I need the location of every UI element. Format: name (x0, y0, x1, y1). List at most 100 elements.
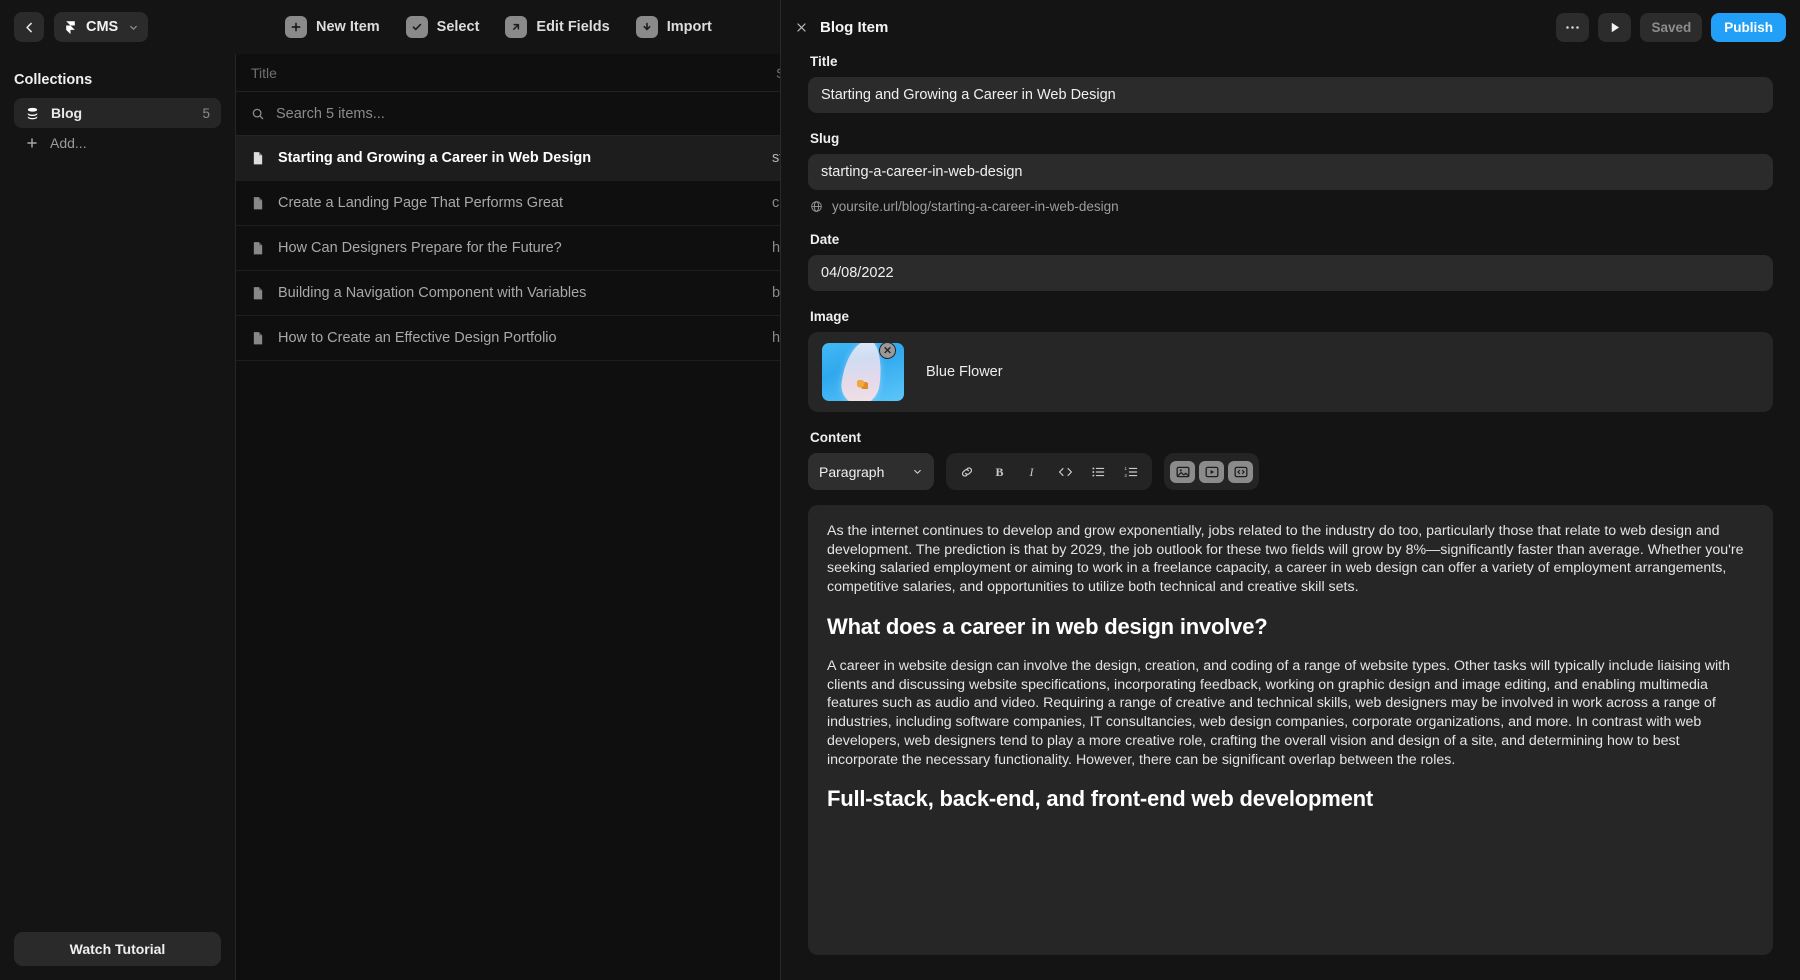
collections-heading: Collections (0, 54, 235, 98)
document-icon (251, 286, 265, 301)
more-options-button[interactable] (1556, 13, 1589, 42)
panel-form: Title Starting and Growing a Career in W… (781, 54, 1800, 980)
slug-field-label: Slug (810, 131, 1773, 146)
collections-list: Blog 5 Add... (0, 98, 235, 158)
globe-icon (810, 200, 823, 213)
document-icon (251, 241, 265, 256)
import-label: Import (667, 19, 712, 35)
edit-fields-button[interactable]: Edit Fields (505, 12, 609, 42)
svg-text:I: I (1028, 465, 1034, 479)
edit-fields-label: Edit Fields (536, 19, 609, 35)
back-button[interactable] (14, 12, 44, 42)
image-field[interactable]: ✕ Blue Flower (808, 332, 1773, 412)
watch-tutorial-button[interactable]: Watch Tutorial (14, 932, 221, 966)
select-button[interactable]: Select (406, 12, 480, 42)
svg-text:B: B (995, 465, 1003, 479)
slug-input[interactable]: starting-a-career-in-web-design (808, 154, 1773, 190)
preview-button[interactable] (1598, 13, 1631, 42)
slug-url-preview: yoursite.url/blog/starting-a-career-in-w… (810, 199, 1773, 214)
new-item-button[interactable]: New Item (285, 12, 380, 42)
row-title-text: Starting and Growing a Career in Web Des… (278, 150, 591, 166)
flower-center-shape (857, 380, 868, 389)
database-icon (25, 106, 40, 121)
block-type-label: Paragraph (819, 464, 884, 480)
row-title-text: How Can Designers Prepare for the Future… (278, 240, 562, 256)
sidebar-item-blog-count: 5 (202, 106, 210, 121)
bullet-list-icon[interactable] (1084, 457, 1113, 486)
sidebar-item-add[interactable]: Add... (14, 128, 221, 158)
plus-icon (285, 16, 307, 38)
sidebar-item-blog-label: Blog (51, 105, 82, 121)
embed-code-icon[interactable] (1228, 461, 1253, 483)
row-title-text: Create a Landing Page That Performs Grea… (278, 195, 563, 211)
insert-icon-group (1164, 453, 1259, 490)
image-icon[interactable] (1170, 461, 1195, 483)
sidebar-item-add-label: Add... (50, 135, 87, 151)
content-paragraph-1: As the internet continues to develop and… (827, 522, 1754, 597)
saved-status: Saved (1640, 13, 1702, 42)
download-arrow-icon (636, 16, 658, 38)
toolbar-actions-group: New Item Select Edit Fields Import (270, 12, 712, 42)
remove-image-button[interactable]: ✕ (879, 342, 896, 359)
cms-app-window: CMS New Item Select (0, 0, 1800, 980)
italic-icon[interactable]: I (1018, 457, 1047, 486)
document-icon (251, 331, 265, 346)
content-heading-1: What does a career in web design involve… (827, 614, 1754, 640)
toolbar-left-group: CMS (0, 12, 270, 42)
check-square-icon (406, 16, 428, 38)
content-field-label: Content (810, 430, 1773, 445)
framer-logo-icon (63, 20, 78, 35)
content-heading-2: Full-stack, back-end, and front-end web … (827, 786, 1754, 812)
new-item-label: New Item (316, 19, 380, 35)
flower-petal-shape (839, 343, 884, 401)
bold-icon[interactable]: B (985, 457, 1014, 486)
row-title-text: How to Create an Effective Design Portfo… (278, 330, 557, 346)
cms-chip-label: CMS (86, 19, 118, 35)
chevron-down-icon (128, 22, 139, 33)
column-header-title: Title (236, 65, 772, 81)
import-button[interactable]: Import (636, 12, 712, 42)
video-icon[interactable] (1199, 461, 1224, 483)
code-icon[interactable] (1051, 457, 1080, 486)
search-icon (251, 107, 265, 121)
svg-text:2: 2 (1125, 472, 1128, 478)
chevron-down-icon (912, 466, 923, 477)
sidebar-footer: Watch Tutorial (0, 918, 235, 980)
row-title-cell: How to Create an Effective Design Portfo… (236, 330, 772, 346)
ellipsis-icon (1565, 25, 1580, 30)
panel-title: Blog Item (820, 19, 888, 36)
cms-collection-chip[interactable]: CMS (54, 12, 148, 42)
document-icon (251, 151, 265, 166)
collections-sidebar: Collections Blog 5 Add... (0, 54, 236, 980)
row-title-cell: Create a Landing Page That Performs Grea… (236, 195, 772, 211)
panel-title-group: Blog Item (795, 19, 888, 36)
slug-url-text: yoursite.url/blog/starting-a-career-in-w… (832, 199, 1119, 214)
blog-item-editor-panel: Blog Item Saved Publish Title Sta (780, 0, 1800, 980)
plus-icon (25, 136, 39, 150)
select-label: Select (437, 19, 480, 35)
row-title-text: Building a Navigation Component with Var… (278, 285, 586, 301)
rich-text-toolbar: Paragraph B I (808, 453, 1773, 490)
search-placeholder: Search 5 items... (276, 106, 385, 122)
play-icon (1609, 21, 1621, 34)
date-input[interactable]: 04/08/2022 (808, 255, 1773, 291)
format-icon-group: B I (946, 453, 1152, 490)
document-icon (251, 196, 265, 211)
row-title-cell: Building a Navigation Component with Var… (236, 285, 772, 301)
image-field-label: Image (810, 309, 1773, 324)
block-type-select[interactable]: Paragraph (808, 453, 934, 490)
numbered-list-icon[interactable]: 1 2 (1117, 457, 1146, 486)
link-icon[interactable] (952, 457, 981, 486)
row-title-cell: Starting and Growing a Career in Web Des… (236, 150, 772, 166)
image-name-label: Blue Flower (926, 364, 1003, 380)
close-icon[interactable] (795, 21, 808, 34)
panel-actions: Saved Publish (1556, 13, 1786, 42)
publish-button[interactable]: Publish (1711, 13, 1786, 42)
panel-header: Blog Item Saved Publish (781, 0, 1800, 54)
date-field-label: Date (810, 232, 1773, 247)
chevron-left-icon (23, 21, 36, 34)
svg-text:1: 1 (1125, 466, 1128, 472)
sidebar-item-blog[interactable]: Blog 5 (14, 98, 221, 128)
rich-text-content[interactable]: As the internet continues to develop and… (808, 505, 1773, 955)
title-input[interactable]: Starting and Growing a Career in Web Des… (808, 77, 1773, 113)
